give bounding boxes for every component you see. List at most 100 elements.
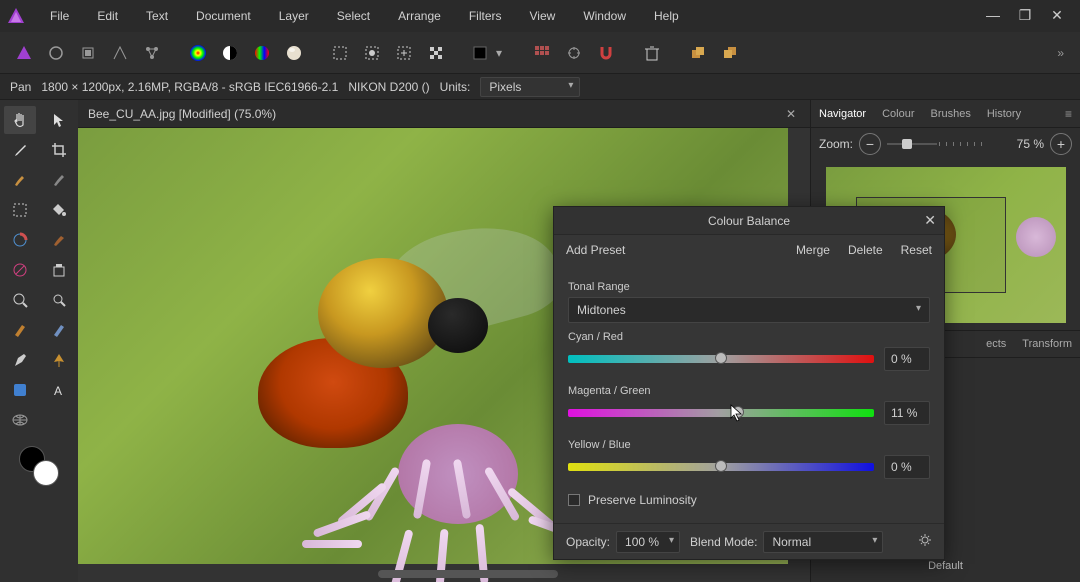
paint-tool[interactable]	[4, 226, 36, 254]
move-tool[interactable]	[43, 106, 75, 134]
clone-tool[interactable]	[43, 256, 75, 284]
minimize-button[interactable]: —	[984, 7, 1002, 25]
image-info-label: 1800 × 1200px, 2.16MP, RGBA/8 - sRGB IEC…	[41, 80, 338, 94]
title-bar: File Edit Text Document Layer Select Arr…	[0, 0, 1080, 32]
units-dropdown[interactable]: Pixels	[480, 77, 580, 97]
dialog-close-button[interactable]: ✕	[924, 212, 936, 229]
zoom-in-button[interactable]: +	[1050, 133, 1072, 155]
vector-pen-tool[interactable]	[43, 346, 75, 374]
cyan-red-slider[interactable]	[568, 355, 874, 363]
canvas-h-scrollbar[interactable]	[378, 570, 558, 578]
menu-edit[interactable]: Edit	[83, 3, 132, 29]
menu-window[interactable]: Window	[569, 3, 640, 29]
selection-brush-tool[interactable]	[43, 166, 75, 194]
delete-button[interactable]: Delete	[848, 243, 883, 257]
color-swatch[interactable]	[19, 446, 59, 486]
opacity-dropdown[interactable]: 100 %	[616, 531, 680, 553]
menu-view[interactable]: View	[516, 3, 570, 29]
crop-tool[interactable]	[43, 136, 75, 164]
magenta-green-slider[interactable]	[568, 409, 874, 417]
smudge-tool[interactable]	[43, 226, 75, 254]
dialog-settings-icon[interactable]	[918, 533, 932, 550]
gradient-tool[interactable]	[4, 256, 36, 284]
zoom-out-button[interactable]: −	[859, 133, 881, 155]
close-window-button[interactable]: ✕	[1048, 7, 1066, 25]
menu-layer[interactable]: Layer	[265, 3, 323, 29]
preserve-luminosity-label: Preserve Luminosity	[588, 493, 697, 507]
hand-tool[interactable]	[4, 106, 36, 134]
magenta-green-label: Magenta / Green	[568, 385, 930, 397]
menu-document[interactable]: Document	[182, 3, 265, 29]
persona-photo-icon[interactable]	[10, 39, 38, 67]
swatch-dropdown[interactable]: ▾	[468, 39, 510, 67]
brush-tool[interactable]	[4, 166, 36, 194]
tab-history[interactable]: History	[987, 108, 1021, 120]
mesh-tool[interactable]	[4, 406, 36, 434]
tab-transform[interactable]: Transform	[1022, 338, 1072, 350]
cyan-red-label: Cyan / Red	[568, 331, 930, 343]
tab-navigator[interactable]: Navigator	[819, 108, 866, 120]
quick-mask-icon[interactable]	[358, 39, 386, 67]
text-tool[interactable]: A	[43, 376, 75, 404]
marquee-rect-icon[interactable]	[326, 39, 354, 67]
menu-text[interactable]: Text	[132, 3, 182, 29]
refine-icon[interactable]	[390, 39, 418, 67]
shape-tool[interactable]	[4, 376, 36, 404]
snap-icon[interactable]	[560, 39, 588, 67]
healing-tool[interactable]	[4, 316, 36, 344]
yellow-blue-value[interactable]: 0 %	[884, 455, 930, 479]
arrange-front-icon[interactable]	[684, 39, 712, 67]
magnet-icon[interactable]	[592, 39, 620, 67]
magenta-green-value[interactable]: 11 %	[884, 401, 930, 425]
blend-mode-dropdown[interactable]: Normal	[763, 531, 883, 553]
panel-menu-icon[interactable]: ≡	[1065, 107, 1072, 121]
svg-text:A: A	[54, 384, 62, 398]
marquee-tool[interactable]	[4, 196, 36, 224]
hue-wheel-icon[interactable]	[248, 39, 276, 67]
sphere-icon[interactable]	[280, 39, 308, 67]
preserve-luminosity-checkbox[interactable]	[568, 494, 580, 506]
tonal-range-dropdown[interactable]: Midtones	[568, 297, 930, 323]
menu-file[interactable]: File	[36, 3, 83, 29]
eyedropper-tool[interactable]	[4, 136, 36, 164]
yellow-blue-slider[interactable]	[568, 463, 874, 471]
dialog-titlebar[interactable]: Colour Balance ✕	[554, 207, 944, 235]
persona-tone-icon[interactable]	[106, 39, 134, 67]
pen-tool[interactable]	[4, 346, 36, 374]
tonal-range-label: Tonal Range	[568, 281, 930, 293]
document-close-button[interactable]: ✕	[782, 105, 800, 123]
maximize-button[interactable]: ❐	[1016, 7, 1034, 25]
eraser-tool[interactable]	[43, 316, 75, 344]
toolbar-overflow-icon[interactable]: »	[1053, 42, 1070, 64]
persona-liquify-icon[interactable]	[42, 39, 70, 67]
merge-button[interactable]: Merge	[796, 243, 830, 257]
trash-icon[interactable]	[638, 39, 666, 67]
zoom-slider[interactable]	[887, 143, 937, 145]
zoom-tool[interactable]	[4, 286, 36, 314]
bucket-tool[interactable]	[43, 196, 75, 224]
context-toolbar: Pan 1800 × 1200px, 2.16MP, RGBA/8 - sRGB…	[0, 74, 1080, 100]
foreground-color-swatch[interactable]	[33, 460, 59, 486]
camera-info-label: NIKON D200 ()	[348, 80, 429, 94]
menu-filters[interactable]: Filters	[455, 3, 516, 29]
document-tab-label: Bee_CU_AA.jpg [Modified] (75.0%)	[88, 107, 276, 121]
tab-colour[interactable]: Colour	[882, 108, 914, 120]
menu-help[interactable]: Help	[640, 3, 693, 29]
tab-effects[interactable]: ects	[986, 338, 1006, 350]
arrange-back-icon[interactable]	[716, 39, 744, 67]
zoom-label: Zoom:	[819, 137, 853, 151]
pixel-icon[interactable]	[422, 39, 450, 67]
persona-export-icon[interactable]	[138, 39, 166, 67]
menu-select[interactable]: Select	[323, 3, 384, 29]
add-preset-button[interactable]: Add Preset	[566, 243, 625, 257]
grid-align-icon[interactable]	[528, 39, 556, 67]
cyan-red-value[interactable]: 0 %	[884, 347, 930, 371]
color-picker-icon[interactable]	[184, 39, 212, 67]
persona-develop-icon[interactable]	[74, 39, 102, 67]
menu-arrange[interactable]: Arrange	[384, 3, 455, 29]
bw-icon[interactable]	[216, 39, 244, 67]
reset-button[interactable]: Reset	[901, 243, 932, 257]
document-tab[interactable]: Bee_CU_AA.jpg [Modified] (75.0%) ✕	[78, 100, 810, 128]
dodge-tool[interactable]	[43, 286, 75, 314]
tab-brushes[interactable]: Brushes	[930, 108, 970, 120]
